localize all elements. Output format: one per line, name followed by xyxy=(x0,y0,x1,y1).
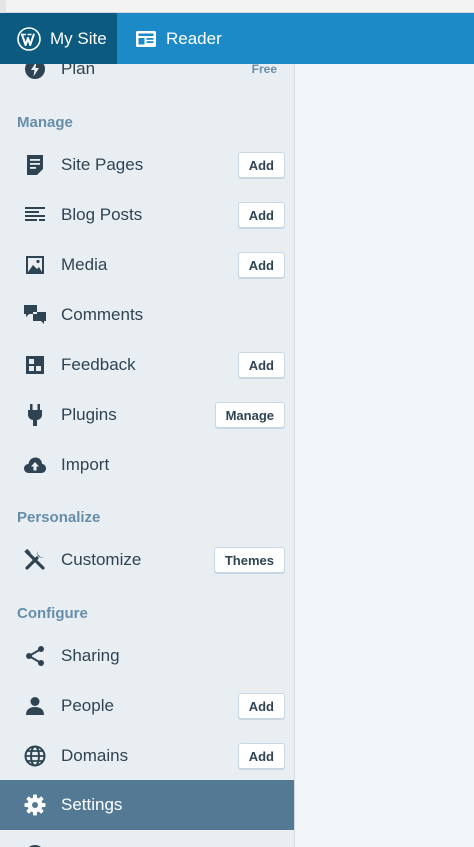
tools-icon xyxy=(23,548,47,572)
browser-chrome-strip xyxy=(0,0,474,13)
reader-tab[interactable]: Reader xyxy=(117,13,222,64)
reader-icon xyxy=(135,30,157,48)
sidebar-item-sharing[interactable]: Sharing xyxy=(0,631,294,681)
add-person-button[interactable]: Add xyxy=(237,693,285,719)
cloud-upload-icon xyxy=(23,453,47,477)
add-feedback-button[interactable]: Add xyxy=(237,352,285,378)
sidebar-item-label: Feedback xyxy=(61,355,136,374)
sidebar-item-label: Customize xyxy=(61,550,142,569)
sidebar: Plan Free Manage Site Pages Add Blog Pos… xyxy=(0,64,295,847)
reader-label: Reader xyxy=(166,28,222,48)
section-heading-personalize: Personalize xyxy=(17,509,101,526)
section-heading-configure: Configure xyxy=(17,605,88,622)
gear-icon xyxy=(23,793,47,817)
sidebar-item-plan[interactable]: Plan Free xyxy=(0,64,294,94)
sidebar-item-label: Comments xyxy=(61,305,144,324)
sidebar-item-feedback[interactable]: Feedback Add xyxy=(0,340,294,390)
themes-button[interactable]: Themes xyxy=(213,547,285,573)
sidebar-item-media[interactable]: Media Add xyxy=(0,240,294,290)
sidebar-item-settings[interactable]: Settings xyxy=(0,780,294,830)
sidebar-item-plugins[interactable]: Plugins Manage xyxy=(0,390,294,440)
sidebar-item-comments[interactable]: Comments xyxy=(0,290,294,340)
sidebar-item-label: People xyxy=(61,696,114,715)
plan-icon xyxy=(23,64,47,81)
wordpress-logo-icon xyxy=(17,26,41,51)
comments-icon xyxy=(23,303,47,327)
add-post-button[interactable]: Add xyxy=(237,202,285,228)
sidebar-item-people[interactable]: People Add xyxy=(0,681,294,731)
sidebar-item-label: Settings xyxy=(61,795,123,814)
sidebar-item-label: Sharing xyxy=(61,646,120,665)
add-page-button[interactable]: Add xyxy=(237,152,285,178)
globe-icon xyxy=(23,744,47,768)
image-icon xyxy=(23,253,47,277)
sidebar-item-label: Plan xyxy=(61,64,96,78)
sidebar-item-domains[interactable]: Domains Add xyxy=(0,731,294,781)
sidebar-item-label: Plugins xyxy=(61,405,117,424)
masterbar: My Site Reader xyxy=(0,13,474,64)
section-heading-manage: Manage xyxy=(17,114,73,131)
main-content-area xyxy=(296,64,474,847)
my-site-tab[interactable]: My Site xyxy=(0,13,117,64)
my-site-label: My Site xyxy=(50,28,107,48)
browser-strip-edge xyxy=(0,0,6,13)
sidebar-item-blog-posts[interactable]: Blog Posts Add xyxy=(0,190,294,240)
sidebar-item-partial[interactable] xyxy=(0,830,294,847)
add-domain-button[interactable]: Add xyxy=(237,743,285,769)
sidebar-item-site-pages[interactable]: Site Pages Add xyxy=(0,140,294,190)
share-icon xyxy=(23,644,47,668)
feedback-icon xyxy=(23,353,47,377)
sidebar-item-label: Media xyxy=(61,255,108,274)
manage-plugins-button[interactable]: Manage xyxy=(214,402,285,428)
sidebar-item-import[interactable]: Import xyxy=(0,440,294,490)
sidebar-item-label: Import xyxy=(61,455,110,474)
sidebar-item-customize[interactable]: Customize Themes xyxy=(0,535,294,585)
posts-icon xyxy=(23,203,47,227)
partial-icon xyxy=(23,843,47,847)
plug-icon xyxy=(23,403,47,427)
pages-icon xyxy=(23,153,47,177)
sidebar-item-label: Domains xyxy=(61,746,129,765)
add-media-button[interactable]: Add xyxy=(237,252,285,278)
sidebar-item-label: Blog Posts xyxy=(61,205,143,224)
person-icon xyxy=(23,694,47,718)
plan-badge: Free xyxy=(251,64,277,76)
sidebar-item-label: Site Pages xyxy=(61,155,144,174)
